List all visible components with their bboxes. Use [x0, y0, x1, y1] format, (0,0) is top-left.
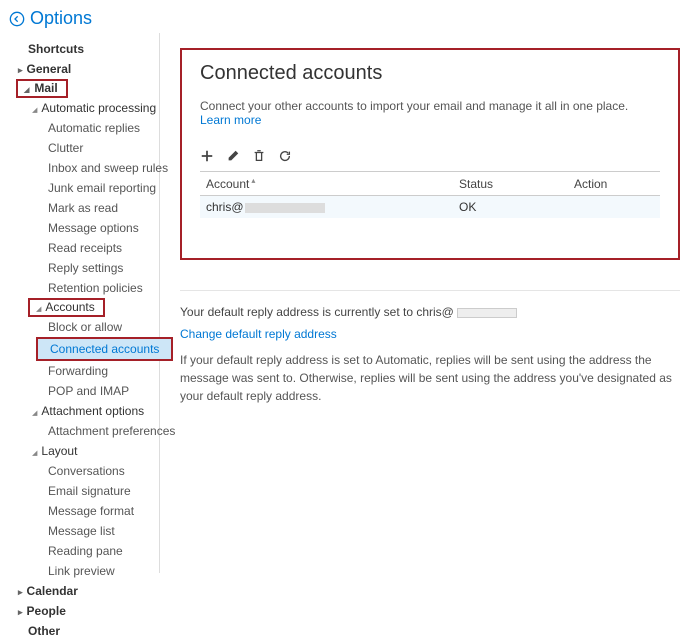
back-icon[interactable] — [8, 10, 26, 28]
sidebar-mail-label: Mail — [34, 81, 57, 95]
masked-email-reply — [457, 308, 517, 318]
sidebar-attach-pref[interactable]: Attachment preferences — [10, 421, 159, 441]
col-account[interactable]: Account▴ — [200, 172, 453, 196]
accounts-table: Account▴ Status Action chris@ OK — [200, 171, 660, 218]
sort-indicator-icon: ▴ — [251, 176, 255, 185]
sidebar-mark-read[interactable]: Mark as read — [10, 198, 159, 218]
sidebar-pop-imap[interactable]: POP and IMAP — [10, 381, 159, 401]
sidebar-retention[interactable]: Retention policies — [10, 278, 159, 298]
masked-email — [245, 203, 325, 213]
cell-action — [568, 196, 660, 219]
sidebar-read-receipts[interactable]: Read receipts — [10, 238, 159, 258]
col-action[interactable]: Action — [568, 172, 660, 196]
sidebar-msg-list[interactable]: Message list — [10, 521, 159, 541]
delete-icon[interactable] — [252, 149, 266, 163]
sidebar-msg-format[interactable]: Message format — [10, 501, 159, 521]
refresh-icon[interactable] — [278, 149, 292, 163]
learn-more-link[interactable]: Learn more — [200, 113, 261, 127]
sidebar-block-allow[interactable]: Block or allow — [10, 317, 159, 337]
sidebar-people[interactable]: People — [10, 601, 159, 621]
sidebar-calendar[interactable]: Calendar — [10, 581, 159, 601]
content-title: Connected accounts — [200, 62, 660, 85]
table-row[interactable]: chris@ OK — [200, 196, 660, 219]
sidebar-email-sig[interactable]: Email signature — [10, 481, 159, 501]
sidebar-junk-report[interactable]: Junk email reporting — [10, 178, 159, 198]
content-area: Connected accounts Connect your other ac… — [160, 33, 700, 573]
sidebar-general[interactable]: General — [10, 59, 159, 79]
sidebar-accounts[interactable]: ◢Accounts — [32, 297, 99, 317]
sidebar-layout[interactable]: Layout — [10, 441, 159, 461]
cell-status: OK — [453, 196, 568, 219]
sidebar-auto-replies[interactable]: Automatic replies — [10, 118, 159, 138]
default-reply-section: Your default reply address is currently … — [180, 290, 680, 405]
sidebar-shortcuts[interactable]: Shortcuts — [10, 39, 159, 59]
page-title: Options — [30, 8, 92, 29]
sidebar-clutter[interactable]: Clutter — [10, 138, 159, 158]
sidebar-auto-processing[interactable]: Automatic processing — [10, 98, 159, 118]
sidebar-mail[interactable]: ◢Mail — [20, 78, 62, 98]
sidebar-inbox-sweep[interactable]: Inbox and sweep rules — [10, 158, 159, 178]
sidebar-forwarding[interactable]: Forwarding — [10, 361, 159, 381]
add-icon[interactable] — [200, 149, 214, 163]
sidebar-reply-settings[interactable]: Reply settings — [10, 258, 159, 278]
sidebar-other[interactable]: Other — [10, 621, 159, 641]
sidebar: Shortcuts General ◢Mail Automatic proces… — [0, 33, 160, 573]
sidebar-conversations[interactable]: Conversations — [10, 461, 159, 481]
sidebar-msg-options[interactable]: Message options — [10, 218, 159, 238]
sidebar-reading-pane[interactable]: Reading pane — [10, 541, 159, 561]
cell-account: chris@ — [200, 196, 453, 219]
edit-icon[interactable] — [226, 149, 240, 163]
sidebar-connected-accounts[interactable]: Connected accounts — [38, 339, 171, 359]
sidebar-accounts-label: Accounts — [45, 300, 94, 314]
sidebar-link-preview[interactable]: Link preview — [10, 561, 159, 581]
content-desc: Connect your other accounts to import yo… — [200, 99, 660, 127]
reply-note: Your default reply address is currently … — [180, 305, 680, 319]
options-header: Options — [0, 0, 700, 33]
col-status[interactable]: Status — [453, 172, 568, 196]
toolbar — [200, 145, 660, 167]
content-desc-text: Connect your other accounts to import yo… — [200, 99, 628, 113]
sidebar-attach-options[interactable]: Attachment options — [10, 401, 159, 421]
reply-help-text: If your default reply address is set to … — [180, 351, 680, 405]
change-reply-link[interactable]: Change default reply address — [180, 327, 337, 341]
